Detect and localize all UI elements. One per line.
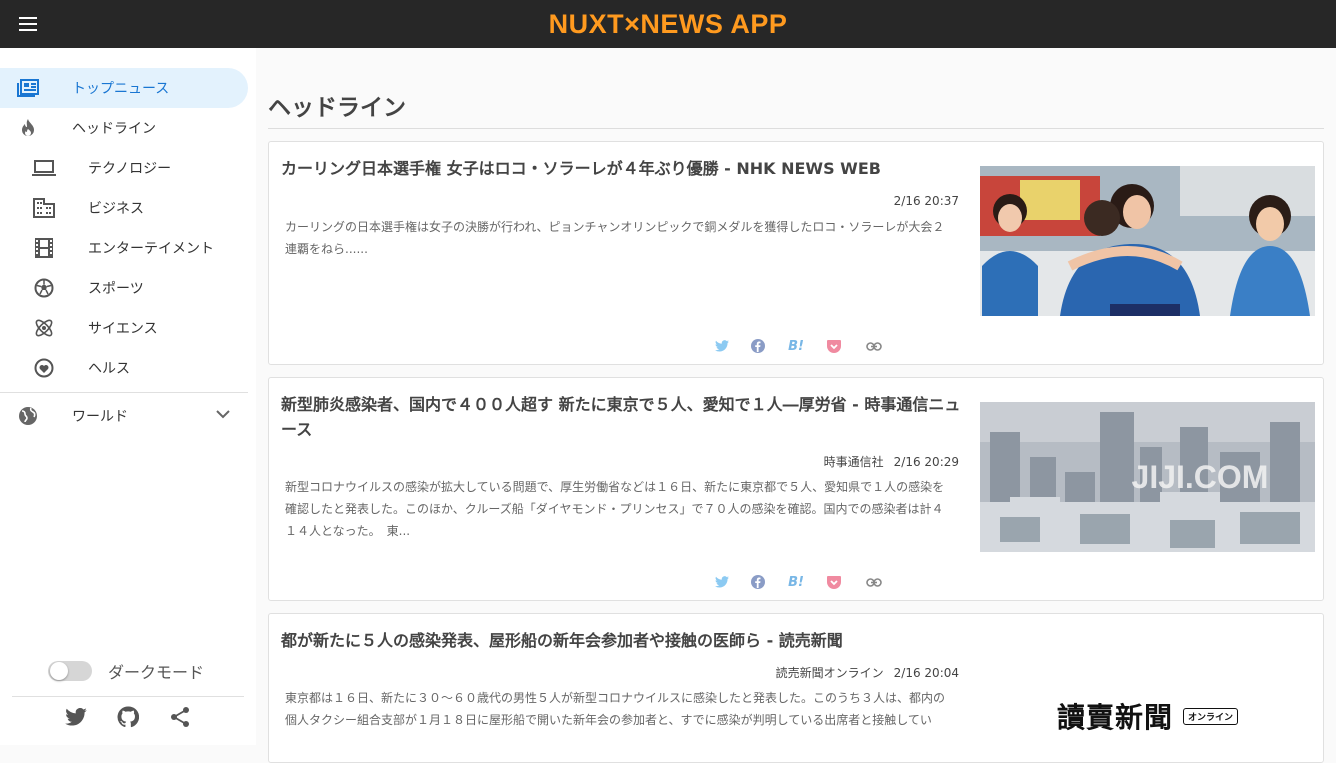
chevron-down-icon[interactable] xyxy=(216,407,230,423)
pocket-icon[interactable] xyxy=(826,574,842,590)
heart-circle-icon xyxy=(32,357,56,379)
article-source: 読売新聞オンライン xyxy=(775,666,884,680)
sidebar-footer-links xyxy=(12,696,244,729)
facebook-icon[interactable] xyxy=(750,574,766,590)
sidebar-item-technology[interactable]: テクノロジー xyxy=(0,148,248,188)
sidebar-divider xyxy=(0,392,248,393)
article-image[interactable] xyxy=(980,166,1315,316)
sidebar-item-headlines[interactable]: ヘッドライン xyxy=(0,108,248,148)
article-title[interactable]: カーリング日本選手権 女子はロコ・ソラーレが４年ぶり優勝 - NHK NEWS … xyxy=(281,156,961,181)
facebook-icon[interactable] xyxy=(750,338,766,354)
sidebar-item-sports[interactable]: スポーツ xyxy=(0,268,248,308)
yomiuri-online-badge: オンライン xyxy=(1183,707,1239,725)
sidebar-item-entertainment[interactable]: エンターテイメント xyxy=(0,228,248,268)
sidebar-item-health[interactable]: ヘルス xyxy=(0,348,248,388)
share-icon[interactable] xyxy=(168,705,192,729)
page-title: ヘッドライン xyxy=(268,95,406,121)
article-card: 都が新たに５人の感染発表、屋形船の新年会参加者や接触の医師ら - 読売新聞 読売… xyxy=(268,613,1324,763)
share-bar: B! xyxy=(714,574,882,590)
article-image[interactable]: 讀賣新聞 オンライン xyxy=(980,686,1315,746)
article-card: 新型肺炎感染者、国内で４００人超す 新たに東京で５人、愛知で１人―厚労省 - 時… xyxy=(268,377,1324,601)
title-divider xyxy=(268,128,1324,129)
hatena-bookmark-icon[interactable]: B! xyxy=(786,338,806,354)
image-watermark: JIJI.COM xyxy=(1132,459,1269,495)
article-image[interactable]: JIJI.COM xyxy=(980,402,1315,552)
article-meta: 時事通信社 2/16 20:29 xyxy=(824,453,959,470)
sidebar-item-world[interactable]: ワールド xyxy=(0,396,248,436)
sidebar-item-top-news[interactable]: トップニュース xyxy=(0,68,248,108)
dark-mode-row: ダークモード xyxy=(48,656,204,686)
sidebar-item-label: エンターテイメント xyxy=(88,241,214,257)
film-icon xyxy=(32,237,56,259)
laptop-icon xyxy=(32,157,56,179)
link-icon[interactable] xyxy=(866,574,882,590)
twitter-icon[interactable] xyxy=(714,574,730,590)
sidebar-item-label: ビジネス xyxy=(88,201,144,217)
article-description: カーリングの日本選手権は女子の決勝が行われ、ピョンチャンオリンピックで銅メダルを… xyxy=(285,220,945,256)
github-icon[interactable] xyxy=(116,705,140,729)
sidebar-item-label: ヘッドライン xyxy=(72,121,156,137)
article-time: 2/16 20:37 xyxy=(893,194,959,208)
hatena-bookmark-icon[interactable]: B! xyxy=(786,574,806,590)
sidebar-item-business[interactable]: ビジネス xyxy=(0,188,248,228)
article-time: 2/16 20:04 xyxy=(893,666,959,680)
sidebar-item-label: サイエンス xyxy=(88,321,158,337)
sidebar-item-label: トップニュース xyxy=(72,81,170,97)
soccer-ball-icon xyxy=(32,277,56,299)
pocket-icon[interactable] xyxy=(826,338,842,354)
newspaper-icon xyxy=(16,77,40,99)
dark-mode-label: ダークモード xyxy=(108,663,205,682)
share-bar: B! xyxy=(714,338,882,354)
twitter-icon[interactable] xyxy=(64,705,88,729)
article-card: カーリング日本選手権 女子はロコ・ソラーレが４年ぶり優勝 - NHK NEWS … xyxy=(268,141,1324,365)
toggle-knob xyxy=(50,662,68,680)
article-title[interactable]: 都が新たに５人の感染発表、屋形船の新年会参加者や接触の医師ら - 読売新聞 xyxy=(281,628,961,653)
sidebar-item-label: スポーツ xyxy=(88,281,144,297)
app-bar: NUXT×NEWS APP xyxy=(0,0,1336,48)
globe-icon xyxy=(16,405,40,427)
atom-icon xyxy=(32,317,56,339)
article-time: 2/16 20:29 xyxy=(893,455,959,469)
article-meta: 読売新聞オンライン 2/16 20:04 xyxy=(776,664,959,681)
article-description: 新型コロナウイルスの感染が拡大している問題で、厚生労働省などは１６日、新たに東京… xyxy=(285,480,945,538)
article-meta: 2/16 20:37 xyxy=(884,194,959,208)
sidebar: トップニュース ヘッドライン テクノロジー ビジネス エンターテイメント スポー… xyxy=(0,48,256,745)
article-description: 東京都は１６日、新たに３０～６０歳代の男性５人が新型コロナウイルスに感染したと発… xyxy=(285,691,946,727)
article-source: 時事通信社 xyxy=(823,455,884,469)
article-title[interactable]: 新型肺炎感染者、国内で４００人超す 新たに東京で５人、愛知で１人―厚労省 - 時… xyxy=(281,392,961,442)
sidebar-item-science[interactable]: サイエンス xyxy=(0,308,248,348)
domain-icon xyxy=(32,197,56,219)
yomiuri-logo: 讀賣新聞 xyxy=(1056,701,1173,734)
link-icon[interactable] xyxy=(866,338,882,354)
fire-icon xyxy=(16,117,40,139)
dark-mode-toggle[interactable] xyxy=(48,661,92,681)
twitter-icon[interactable] xyxy=(714,338,730,354)
menu-icon[interactable] xyxy=(12,8,44,40)
sidebar-item-label: ワールド xyxy=(72,409,128,425)
sidebar-item-label: ヘルス xyxy=(88,361,130,377)
sidebar-item-label: テクノロジー xyxy=(88,161,172,177)
app-title: NUXT×NEWS APP xyxy=(548,8,788,39)
